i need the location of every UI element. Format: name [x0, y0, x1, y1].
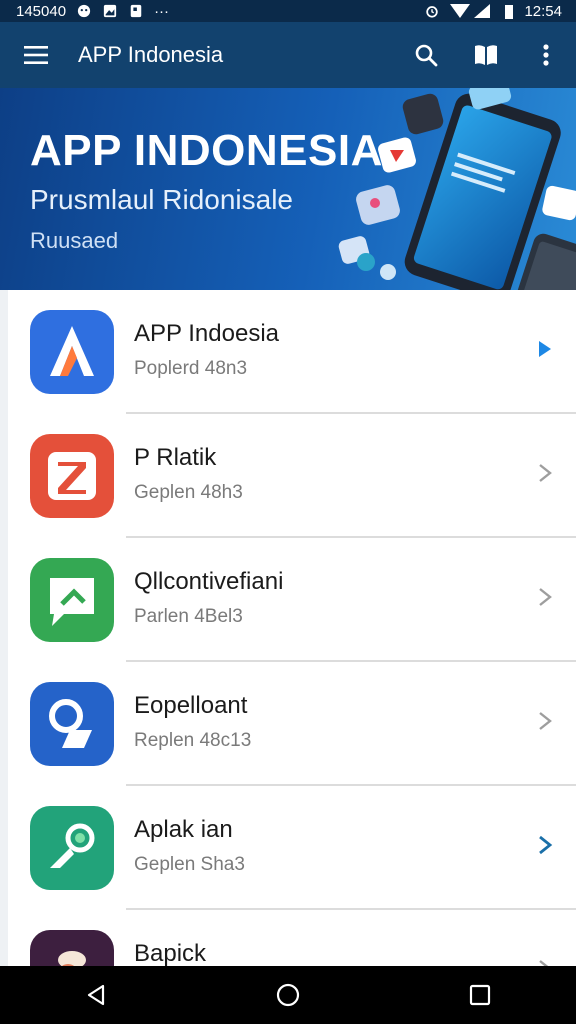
z-logo-icon [30, 434, 114, 518]
status-time: 12:54 [524, 2, 562, 20]
status-bar: 145040 ··· 12:54 [0, 0, 576, 22]
status-right: 12:54 [424, 3, 562, 20]
chevron-right-icon [539, 960, 549, 966]
list-item[interactable]: P Rlatik Geplen 48h3 [8, 414, 576, 538]
home-button[interactable] [248, 966, 328, 1024]
status-left-text: 145040 [16, 2, 67, 20]
item-text: Qllcontivefiani Parlen 4Bel3 [134, 568, 283, 628]
item-subtitle: Poplerd 48n3 [134, 358, 248, 379]
item-text: Eopelloant Replen 48c13 [134, 692, 251, 752]
item-subtitle: Geplen Sha3 [134, 854, 245, 875]
app-title: APP Indonesia [78, 42, 224, 67]
book-icon [475, 45, 497, 65]
search-tag-logo-icon [30, 682, 114, 766]
chat-logo-icon [30, 558, 114, 642]
recents-square-icon [469, 984, 491, 1006]
list-item[interactable]: Qllcontivefiani Parlen 4Bel3 [8, 538, 576, 662]
alarm-icon [426, 6, 439, 18]
banner-caption: Ruusaed [30, 228, 119, 253]
system-nav-bar [0, 966, 576, 1024]
chevron-right-icon [539, 341, 551, 357]
more-notifications-icon: ··· [154, 2, 170, 20]
chevron-right-icon [539, 712, 552, 730]
back-triangle-icon [87, 984, 105, 1006]
more-vert-icon [543, 44, 549, 66]
status-left: 145040 ··· [16, 3, 169, 20]
hero-banner[interactable]: APP INDONESIA Prusmlaul Ridonisale Ruusa… [0, 88, 576, 290]
item-title: P Rlatik [134, 444, 217, 471]
item-title: Bapick [134, 940, 207, 966]
chevron-right-icon [539, 588, 552, 606]
menu-button[interactable] [0, 22, 72, 88]
hamburger-menu-icon [24, 46, 48, 64]
overflow-menu-button[interactable] [516, 22, 576, 88]
item-subtitle: Replen 48c13 [134, 730, 252, 751]
a-logo-icon [30, 310, 114, 394]
recents-button[interactable] [440, 966, 520, 1024]
item-text: P Rlatik Geplen 48h3 [134, 444, 243, 504]
item-text: Aplak ian Geplen Sha3 [134, 816, 245, 876]
item-text: Bapick [134, 940, 206, 966]
list-item[interactable]: APP Indoesia Poplerd 48n3 [8, 290, 576, 414]
app-bar: APP Indonesia [0, 22, 576, 88]
bookmarks-button[interactable] [456, 22, 516, 88]
chevron-right-icon [539, 835, 553, 855]
item-title: Aplak ian [134, 816, 233, 843]
search-button[interactable] [396, 22, 456, 88]
map-pin-logo-icon [30, 806, 114, 890]
file-icon [130, 4, 142, 18]
gallery-icon [103, 4, 117, 18]
battery-icon [505, 5, 514, 19]
home-circle-icon [276, 983, 300, 1007]
search-icon [415, 44, 438, 67]
list-item[interactable]: Eopelloant Replen 48c13 [8, 662, 576, 786]
face-icon [77, 4, 91, 18]
item-title: Qllcontivefiani [134, 568, 284, 595]
signal-icon [450, 4, 491, 18]
banner-subtitle: Prusmlaul Ridonisale [30, 184, 294, 215]
character-logo-icon [30, 930, 114, 966]
item-subtitle: Parlen 4Bel3 [134, 606, 243, 627]
item-text: APP Indoesia Poplerd 48n3 [134, 320, 279, 380]
item-subtitle: Geplen 48h3 [134, 482, 243, 503]
phones-illustration [338, 88, 576, 290]
app-list: APP Indoesia Poplerd 48n3 P Rlatik Geple… [0, 290, 576, 966]
item-title: Eopelloant [134, 692, 248, 719]
back-button[interactable] [56, 966, 136, 1024]
list-item[interactable]: Aplak ian Geplen Sha3 [8, 786, 576, 910]
list-item[interactable]: Bapick [8, 910, 576, 966]
item-title: APP Indoesia [134, 320, 279, 347]
chevron-right-icon [539, 464, 552, 482]
